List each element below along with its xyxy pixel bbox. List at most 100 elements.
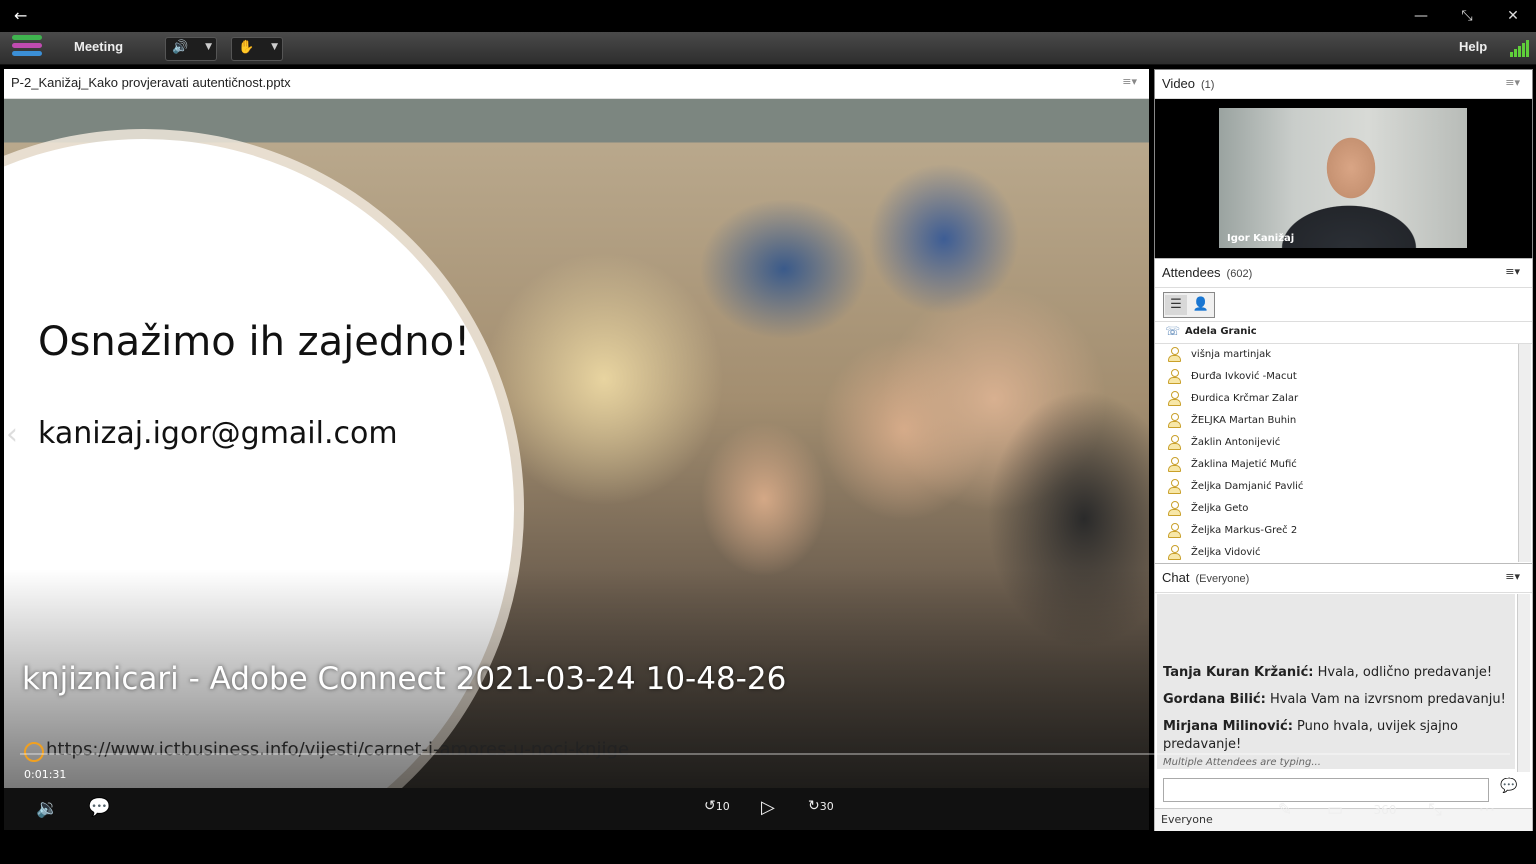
playback-progress-bar[interactable] bbox=[20, 753, 1510, 755]
user-icon bbox=[1168, 413, 1181, 428]
attendee-name: Đurđa Ivković -Macut bbox=[1191, 371, 1297, 382]
pod-menu-icon[interactable]: ≡▾ bbox=[1505, 76, 1520, 89]
previous-slide-icon[interactable]: ‹ bbox=[6, 417, 18, 452]
slide-email: kanizaj.igor@gmail.com bbox=[38, 416, 398, 451]
typing-indicator: Multiple Attendees are typing... bbox=[1163, 757, 1321, 768]
attendee-list: višnja martinjak Đurđa Ivković -Macut Đu… bbox=[1155, 344, 1517, 562]
attendee-row[interactable]: Željka Vidović bbox=[1155, 542, 1517, 562]
attendees-title: Attendees bbox=[1162, 265, 1221, 280]
chat-pod-title-bar: Chat (Everyone) ≡▾ bbox=[1155, 564, 1532, 593]
slide-link[interactable]: https://www.ictbusiness.info/vijesti/car… bbox=[46, 739, 629, 760]
share-pod: P-2_Kanižaj_Kako provjeravati autentično… bbox=[4, 69, 1149, 829]
speaker-icon: 🔊 bbox=[172, 40, 189, 55]
user-icon bbox=[1168, 391, 1181, 406]
user-icon bbox=[1168, 347, 1181, 362]
slide-title: Osnažimo ih zajedno! bbox=[38, 319, 471, 365]
window-titlebar: ← — ⤡ ✕ bbox=[0, 0, 1536, 32]
attendee-row[interactable]: Žaklina Majetić Mufić bbox=[1155, 454, 1517, 476]
restore-button[interactable]: ⤡ bbox=[1458, 7, 1476, 25]
attendee-row[interactable]: Željka Markus-Greč 2 bbox=[1155, 520, 1517, 542]
chevron-down-icon[interactable]: ▼ bbox=[205, 42, 212, 52]
host-name: Adela Granic bbox=[1185, 326, 1257, 337]
attendee-name: Željka Markus-Greč 2 bbox=[1191, 525, 1298, 536]
attendee-row[interactable]: Željka Geto bbox=[1155, 498, 1517, 520]
video-pod-title: Video bbox=[1162, 76, 1196, 91]
rewind-10-icon[interactable]: ↺10 bbox=[704, 798, 730, 814]
attendee-row[interactable]: Željka Damjanić Pavlić bbox=[1155, 476, 1517, 498]
close-button[interactable]: ✕ bbox=[1504, 7, 1522, 25]
user-icon bbox=[1168, 457, 1181, 472]
attendee-row[interactable]: višnja martinjak bbox=[1155, 344, 1517, 366]
chat-author: Mirjana Milinović: bbox=[1163, 719, 1293, 734]
attendee-name: Žaklin Antonijević bbox=[1191, 437, 1281, 448]
rewind-seconds: 10 bbox=[715, 800, 730, 813]
chat-pod: Chat (Everyone) ≡▾ Tanja Kuran Kržanić: H… bbox=[1154, 563, 1533, 831]
user-icon bbox=[1168, 545, 1181, 560]
chevron-down-icon[interactable]: ▼ bbox=[271, 42, 278, 52]
volume-icon[interactable]: 🔉 bbox=[36, 798, 58, 819]
user-icon bbox=[1168, 479, 1181, 494]
more-options-icon[interactable]: ⋯ bbox=[1472, 795, 1502, 825]
attendee-view-toggle: ☰ 👤 bbox=[1163, 292, 1215, 318]
picture-in-picture-icon[interactable]: ▭ bbox=[1320, 795, 1350, 825]
attendee-name: Željka Damjanić Pavlić bbox=[1191, 481, 1304, 492]
chat-text: Hvala Vam na izvrsnom predavanju! bbox=[1265, 692, 1506, 707]
share-screen-icon: ✋ bbox=[238, 40, 255, 55]
chat-messages: Tanja Kuran Kržanić: Hvala, odlično pred… bbox=[1157, 594, 1515, 769]
attendee-name: Đurdica Krčmar Zalar bbox=[1191, 393, 1299, 404]
attendee-row[interactable]: Žaklin Antonijević bbox=[1155, 432, 1517, 454]
presenter-webcam: Igor Kanižaj bbox=[1219, 108, 1467, 248]
user-icon bbox=[1168, 369, 1181, 384]
phone-icon: ☏ bbox=[1165, 324, 1181, 338]
play-icon[interactable]: ▷ bbox=[761, 797, 775, 818]
collapse-icon[interactable]: ⤡ bbox=[1420, 795, 1450, 825]
chat-message: Tanja Kuran Kržanić: Hvala, odlično pred… bbox=[1163, 664, 1513, 682]
chat-author: Tanja Kuran Kržanić: bbox=[1163, 665, 1314, 680]
chat-scope: (Everyone) bbox=[1195, 573, 1250, 585]
pod-menu-icon[interactable]: ≡▾ bbox=[1505, 570, 1520, 583]
attendee-scrollbar[interactable] bbox=[1518, 344, 1531, 562]
pod-menu-icon[interactable]: ≡▾ bbox=[1122, 75, 1137, 88]
chat-scrollbar[interactable] bbox=[1517, 594, 1530, 772]
presenter-name: Igor Kanižaj bbox=[1227, 233, 1295, 244]
meeting-menu[interactable]: Meeting bbox=[74, 39, 123, 54]
user-icon bbox=[1168, 435, 1181, 450]
attendee-name: ŽELJKA Martan Buhin bbox=[1191, 415, 1297, 426]
user-icon bbox=[1168, 501, 1181, 516]
attendee-row[interactable]: ŽELJKA Martan Buhin bbox=[1155, 410, 1517, 432]
user-view-icon[interactable]: 👤 bbox=[1190, 295, 1212, 315]
speaker-button[interactable]: 🔊 ▼ bbox=[165, 37, 217, 61]
attendee-row[interactable]: Đurđa Ivković -Macut bbox=[1155, 366, 1517, 388]
attendee-host-row[interactable]: ☏ Adela Granic bbox=[1155, 321, 1532, 344]
share-pod-title-bar: P-2_Kanižaj_Kako provjeravati autentično… bbox=[4, 69, 1149, 99]
slide-header-band bbox=[4, 99, 1149, 142]
chat-title: Chat bbox=[1162, 570, 1190, 585]
rotate-360-icon[interactable]: 360 bbox=[1370, 795, 1400, 825]
video-pod: Video (1) ≡▾ Igor Kanižaj bbox=[1154, 69, 1533, 259]
total-time: 0:12:12 bbox=[1474, 768, 1517, 781]
user-icon bbox=[1168, 523, 1181, 538]
share-button[interactable]: ✋ ▼ bbox=[231, 37, 283, 61]
chat-message: Gordana Bilić: Hvala Vam na izvrsnom pre… bbox=[1163, 691, 1513, 709]
chat-recipient[interactable]: Everyone bbox=[1161, 813, 1213, 826]
minimize-button[interactable]: — bbox=[1412, 7, 1430, 25]
forward-seconds: 30 bbox=[819, 800, 834, 813]
pod-menu-icon[interactable]: ≡▾ bbox=[1505, 265, 1520, 278]
list-view-icon[interactable]: ☰ bbox=[1165, 295, 1187, 315]
link-indicator-icon bbox=[24, 742, 44, 762]
presentation-slide: Osnažimo ih zajedno! kanizaj.igor@gmail.… bbox=[4, 99, 1149, 799]
back-arrow-icon[interactable]: ← bbox=[14, 6, 34, 26]
captions-icon[interactable]: 💬 bbox=[88, 797, 110, 818]
forward-30-icon[interactable]: ↻30 bbox=[808, 798, 834, 814]
help-menu[interactable]: Help bbox=[1459, 39, 1487, 54]
pencil-icon[interactable]: ✎ bbox=[1270, 795, 1300, 825]
share-file-name: P-2_Kanižaj_Kako provjeravati autentično… bbox=[11, 75, 291, 90]
chat-text: Hvala, odlično predavanje! bbox=[1313, 665, 1493, 680]
attendees-pod: Attendees (602) ≡▾ ☰ 👤 ☏ Adela Granic viš… bbox=[1154, 258, 1533, 564]
attendee-row[interactable]: Đurdica Krčmar Zalar bbox=[1155, 388, 1517, 410]
chat-author: Gordana Bilić: bbox=[1163, 692, 1266, 707]
video-pod-title-bar: Video (1) ≡▾ bbox=[1155, 70, 1532, 99]
chat-message: Mirjana Milinović: Puno hvala, uvijek sj… bbox=[1163, 718, 1513, 754]
attendees-count: (602) bbox=[1226, 268, 1253, 280]
video-count: (1) bbox=[1201, 79, 1215, 91]
